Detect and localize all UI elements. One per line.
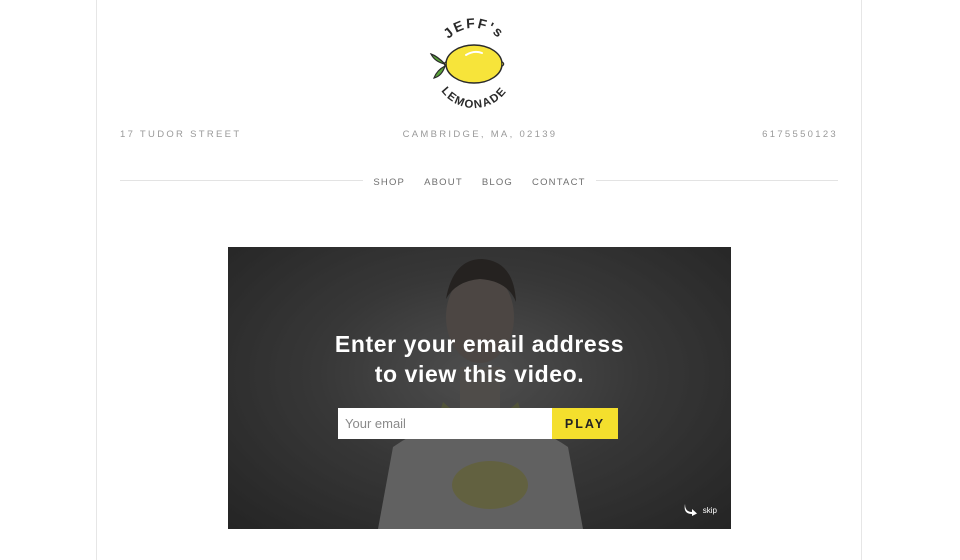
lemon-logo-icon	[445, 44, 503, 84]
email-gate-headline: Enter your email address to view this vi…	[228, 329, 731, 389]
headline-line-2: to view this video.	[374, 361, 585, 387]
skip-label: skip	[702, 505, 717, 515]
main-nav: SHOP ABOUT BLOG CONTACT	[0, 177, 960, 188]
nav-item-blog[interactable]: BLOG	[482, 177, 513, 188]
jeffs-lemonade-logo[interactable]: JEFF's LEMONADE	[420, 16, 528, 112]
phone-text[interactable]: 6175550123	[762, 129, 838, 140]
svg-text:JEFF's: JEFF's	[440, 16, 508, 41]
nav-item-about[interactable]: ABOUT	[424, 177, 463, 188]
nav-item-contact[interactable]: CONTACT	[532, 177, 586, 188]
video-player[interactable]: Enter your email address to view this vi…	[228, 247, 731, 529]
logo-text-bottom: LEMONADE	[439, 85, 508, 111]
headline-line-1: Enter your email address	[334, 331, 625, 357]
logo-text-top: JEFF's	[440, 16, 506, 41]
skip-arrow-icon	[684, 504, 697, 516]
nav-item-shop[interactable]: SHOP	[373, 177, 405, 188]
skip-button[interactable]: skip	[683, 503, 717, 517]
email-gate-form: PLAY	[338, 408, 618, 439]
svg-text:LEMONADE: LEMONADE	[439, 85, 510, 111]
email-input[interactable]	[338, 408, 552, 439]
play-button[interactable]: PLAY	[552, 408, 618, 439]
